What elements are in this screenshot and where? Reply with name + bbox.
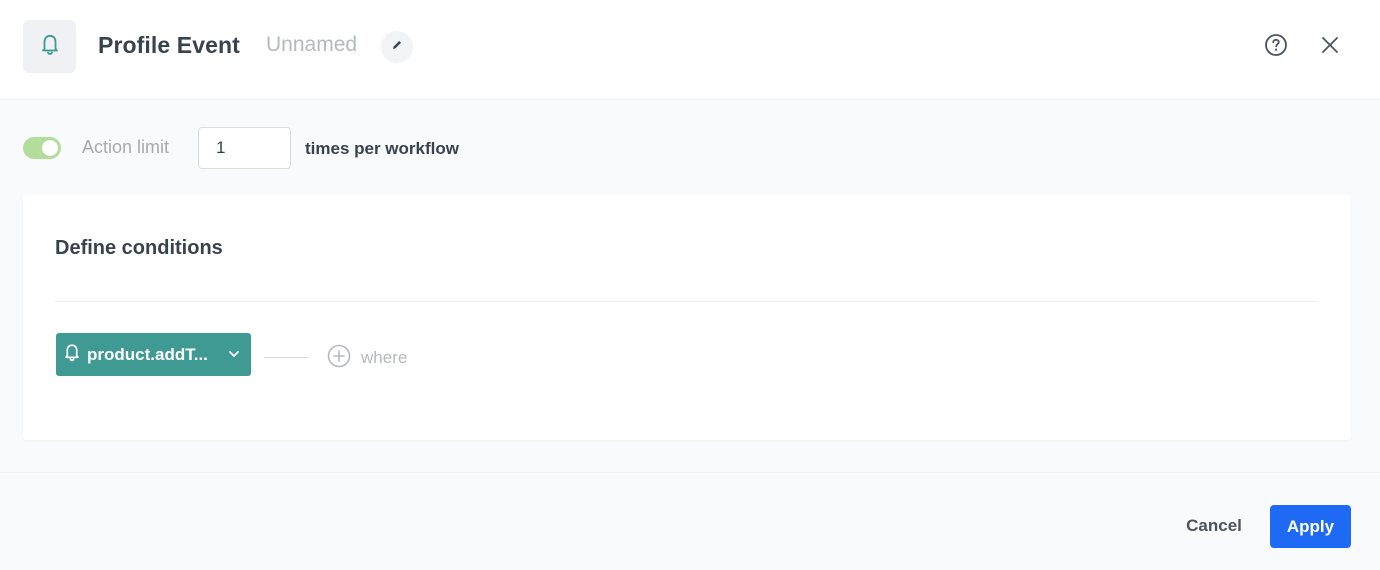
connector-line [264, 357, 308, 358]
modal-header: Profile Event Unnamed [0, 0, 1380, 100]
toggle-knob [42, 140, 58, 156]
chevron-down-icon [226, 346, 242, 362]
event-select-button[interactable]: product.addT... [56, 333, 251, 376]
divider [55, 301, 1317, 302]
bell-icon [39, 32, 61, 61]
add-where-button[interactable]: where [327, 344, 408, 373]
pencil-icon [390, 38, 404, 57]
help-circle-icon [1264, 33, 1288, 62]
help-button[interactable] [1262, 33, 1290, 61]
action-limit-input[interactable] [198, 127, 291, 169]
where-label: where [361, 348, 408, 367]
action-limit-label: Action limit [82, 137, 170, 157]
action-limit-suffix: times per workflow [305, 139, 459, 158]
footer-divider [0, 472, 1380, 473]
conditions-card: Define conditions product.addT... where [23, 195, 1351, 440]
page-title: Profile Event [98, 32, 240, 58]
cancel-button[interactable]: Cancel [1176, 505, 1252, 547]
close-icon [1320, 35, 1340, 60]
plus-circle-icon [327, 344, 351, 373]
header-icon-box [23, 20, 76, 73]
close-button[interactable] [1316, 33, 1344, 61]
edit-name-button[interactable] [381, 31, 413, 63]
apply-button[interactable]: Apply [1270, 505, 1351, 548]
event-select-label: product.addT... [87, 344, 208, 364]
bell-icon [63, 342, 81, 367]
event-name[interactable]: Unnamed [266, 33, 357, 57]
conditions-title: Define conditions [55, 237, 223, 259]
action-limit-toggle[interactable] [23, 137, 61, 159]
